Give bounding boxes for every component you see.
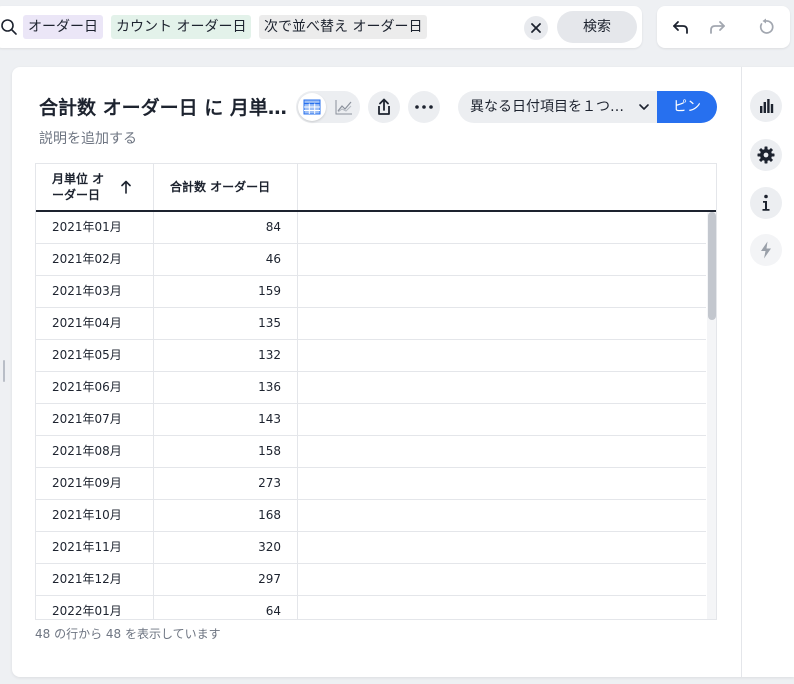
sort-ascending-icon[interactable] xyxy=(120,180,132,194)
chart-view-button[interactable] xyxy=(330,93,358,121)
line-chart-icon xyxy=(335,100,352,115)
table-row[interactable]: 2021年03月 159 xyxy=(36,276,706,308)
cell-count: 320 xyxy=(154,532,298,563)
more-options-button[interactable] xyxy=(408,91,440,123)
pin-button[interactable]: ピン xyxy=(657,91,717,123)
resize-handle[interactable] xyxy=(3,360,5,382)
cell-month: 2021年05月 xyxy=(36,340,154,371)
cell-month: 2021年10月 xyxy=(36,500,154,531)
table-row[interactable]: 2022年01月 64 xyxy=(36,596,706,619)
table-header: 月単位 オーダー日 合計数 オーダー日 xyxy=(36,164,716,212)
cell-month: 2021年02月 xyxy=(36,244,154,275)
cell-count: 136 xyxy=(154,372,298,403)
table-row[interactable]: 2021年05月 132 xyxy=(36,340,706,372)
search-token-sort-by-order-date[interactable]: 次で並べ替え オーダー日 xyxy=(259,15,428,39)
redo-icon[interactable] xyxy=(708,18,726,36)
cell-count: 143 xyxy=(154,404,298,435)
info-button[interactable] xyxy=(750,187,782,219)
table-row[interactable]: 2021年02月 46 xyxy=(36,244,706,276)
clear-search-button[interactable] xyxy=(524,16,548,40)
cell-count: 297 xyxy=(154,564,298,595)
cell-month: 2021年09月 xyxy=(36,468,154,499)
table-row[interactable]: 2021年12月 297 xyxy=(36,564,706,596)
column-header-label: 合計数 オーダー日 xyxy=(170,180,271,194)
column-header-label: 月単位 オーダー日 xyxy=(52,172,105,202)
cell-month: 2021年03月 xyxy=(36,276,154,307)
search-token-count-order-date[interactable]: カウント オーダー日 xyxy=(111,15,252,39)
bar-chart-icon xyxy=(760,99,774,113)
cell-month: 2021年04月 xyxy=(36,308,154,339)
column-header-count-order-date[interactable]: 合計数 オーダー日 xyxy=(154,164,298,210)
cell-month: 2021年12月 xyxy=(36,564,154,595)
cell-count: 135 xyxy=(154,308,298,339)
answer-title[interactable]: 合計数 オーダー日 に 月単位 オーダー日 xyxy=(39,95,294,121)
lightning-icon xyxy=(761,241,771,259)
cell-month: 2021年01月 xyxy=(36,212,154,243)
gear-icon xyxy=(757,146,775,164)
row-count-note: 48 の行から 48 を表示しています xyxy=(35,627,221,641)
share-button[interactable] xyxy=(368,91,400,123)
cell-month: 2021年06月 xyxy=(36,372,154,403)
cell-count: 158 xyxy=(154,436,298,467)
table-row[interactable]: 2021年10月 168 xyxy=(36,500,706,532)
cell-count: 46 xyxy=(154,244,298,275)
cell-count: 84 xyxy=(154,212,298,243)
undo-icon[interactable] xyxy=(672,18,690,36)
search-bar[interactable]: オーダー日 カウント オーダー日 次で並べ替え オーダー日 検索 xyxy=(0,6,642,48)
cell-count: 132 xyxy=(154,340,298,371)
table-row[interactable]: 2021年09月 273 xyxy=(36,468,706,500)
date-field-dropdown[interactable]: 異なる日付項目を１つ選択 xyxy=(458,91,662,123)
chart-type-button[interactable] xyxy=(750,90,782,122)
table-row[interactable]: 2021年08月 158 xyxy=(36,436,706,468)
table-body: 2021年01月 84 2021年02月 46 2021年03月 159 2021年0… xyxy=(36,212,706,619)
search-token-order-date[interactable]: オーダー日 xyxy=(23,15,103,39)
search-button[interactable]: 検索 xyxy=(557,11,637,43)
table-row[interactable]: 2021年06月 136 xyxy=(36,372,706,404)
table-row[interactable]: 2021年01月 84 xyxy=(36,212,706,244)
side-rail-divider xyxy=(741,67,742,677)
table-view-button[interactable] xyxy=(298,93,326,121)
table-row[interactable]: 2021年07月 143 xyxy=(36,404,706,436)
cell-count: 159 xyxy=(154,276,298,307)
date-field-dropdown-label: 異なる日付項目を１つ選択 xyxy=(470,99,628,115)
more-horizontal-icon xyxy=(415,105,433,109)
cell-month: 2021年07月 xyxy=(36,404,154,435)
cell-month: 2021年08月 xyxy=(36,436,154,467)
results-table: 月単位 オーダー日 合計数 オーダー日 2021年01月 84 2021年02月 4… xyxy=(35,163,717,620)
description-placeholder[interactable]: 説明を追加する xyxy=(39,128,137,148)
reset-icon[interactable] xyxy=(757,18,775,36)
chevron-down-icon xyxy=(639,104,649,110)
table-row[interactable]: 2021年04月 135 xyxy=(36,308,706,340)
cell-count: 168 xyxy=(154,500,298,531)
share-icon xyxy=(378,98,390,115)
table-scrollbar-thumb[interactable] xyxy=(708,212,716,320)
cell-count: 273 xyxy=(154,468,298,499)
visualization-toggle xyxy=(296,91,360,123)
cell-month: 2021年11月 xyxy=(36,532,154,563)
table-icon xyxy=(303,99,321,115)
history-controls xyxy=(657,6,790,48)
cell-month: 2022年01月 xyxy=(36,596,154,619)
table-row[interactable]: 2021年11月 320 xyxy=(36,532,706,564)
cell-count: 64 xyxy=(154,596,298,619)
column-header-month-order-date[interactable]: 月単位 オーダー日 xyxy=(36,164,154,210)
insights-button[interactable] xyxy=(750,234,782,266)
close-icon xyxy=(531,23,541,33)
settings-button[interactable] xyxy=(750,139,782,171)
search-icon xyxy=(1,19,17,35)
info-icon xyxy=(762,194,770,211)
